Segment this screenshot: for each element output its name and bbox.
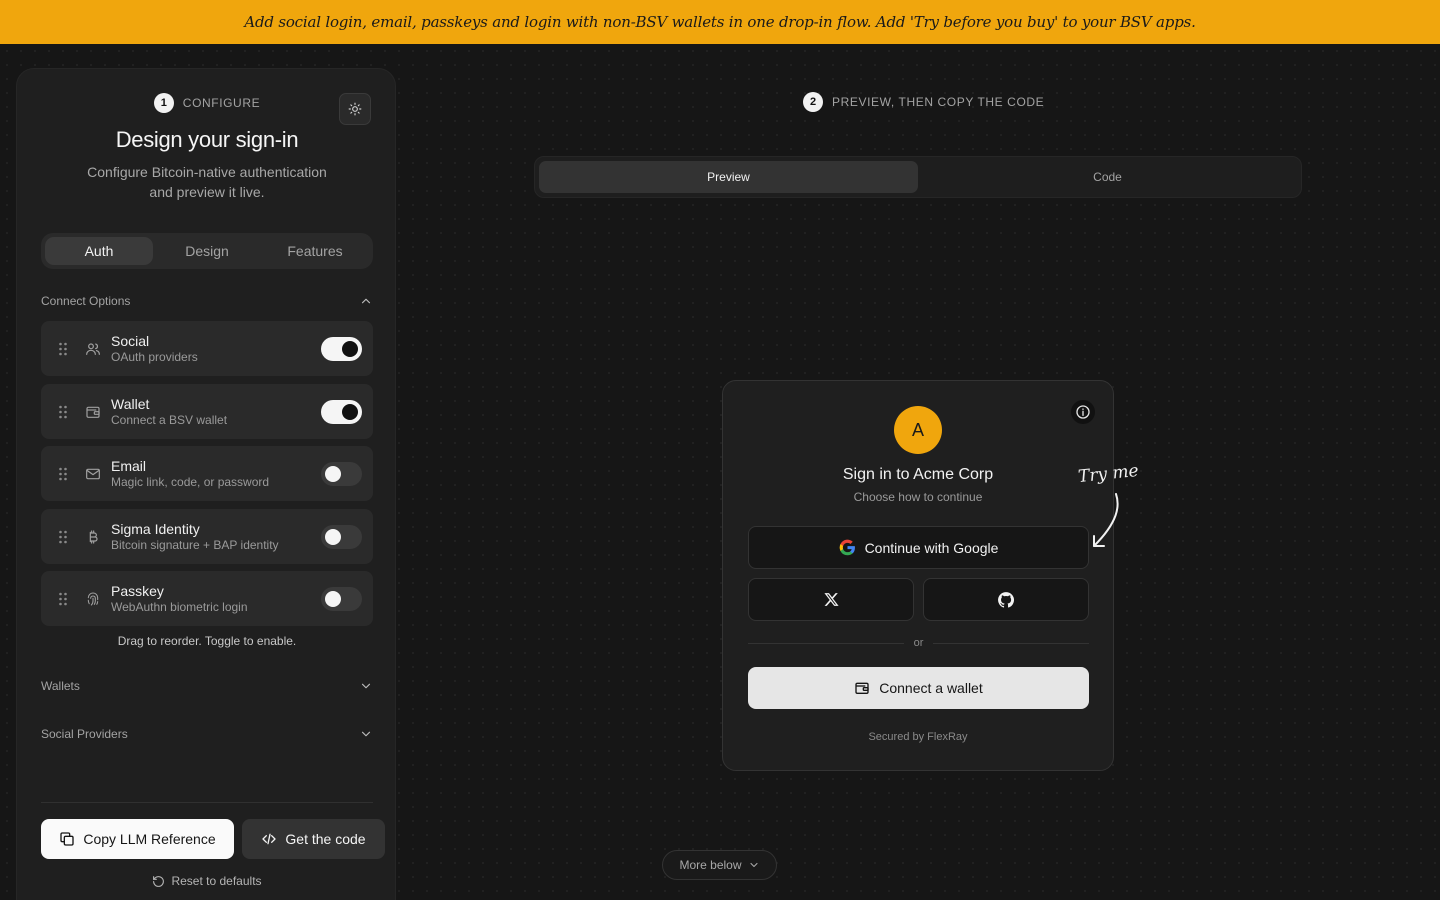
option-desc: WebAuthn biometric login	[111, 599, 248, 614]
sun-icon	[348, 102, 362, 116]
github-icon	[998, 591, 1015, 608]
step-number: 1	[153, 93, 174, 113]
more-below-button[interactable]: More below	[662, 850, 777, 880]
tab-auth[interactable]: Auth	[45, 237, 153, 265]
code-icon	[262, 833, 277, 845]
info-button[interactable]	[1071, 400, 1095, 424]
continue-with-github-button[interactable]	[923, 578, 1089, 621]
wallet-label: Connect a wallet	[879, 680, 983, 696]
continue-with-x-button[interactable]	[748, 578, 914, 621]
toggle-sigma-identity[interactable]	[321, 524, 362, 549]
chevron-up-icon	[361, 298, 371, 304]
wallet-icon	[855, 682, 869, 694]
users-icon	[85, 341, 111, 357]
card-subtitle: Choose how to continue	[853, 490, 983, 504]
page-title: Design your sign-in	[115, 127, 299, 152]
option-wallet[interactable]: Wallet Connect a BSV wallet	[41, 384, 373, 439]
reset-label: Reset to defaults	[171, 874, 262, 888]
drag-handle-icon[interactable]	[41, 467, 85, 481]
page-subtitle: Configure Bitcoin-native authentication …	[87, 164, 327, 200]
fingerprint-icon	[85, 591, 111, 607]
wallets-label: Wallets	[41, 679, 80, 693]
secured-by-label: Secured by FlexRay	[868, 731, 968, 743]
option-sigma-identity[interactable]: Sigma Identity Bitcoin signature + BAP i…	[41, 509, 373, 564]
wallet-icon	[85, 404, 111, 420]
google-label: Continue with Google	[864, 539, 999, 556]
chevron-down-icon	[361, 731, 371, 737]
option-desc: Magic link, code, or password	[111, 474, 270, 489]
option-desc: OAuth providers	[111, 349, 198, 364]
option-desc: Bitcoin signature + BAP identity	[111, 537, 279, 552]
theme-toggle-button[interactable]	[339, 93, 371, 125]
copy-llm-reference-button[interactable]: Copy LLM Reference	[41, 819, 234, 859]
chevron-down-icon	[361, 683, 371, 689]
option-title: Wallet	[111, 395, 150, 412]
banner-text: Add social login, email, passkeys and lo…	[244, 13, 1196, 31]
connect-a-wallet-button[interactable]: Connect a wallet	[748, 667, 1089, 709]
card-title: Sign in to Acme Corp	[842, 466, 994, 483]
drag-handle-icon[interactable]	[41, 530, 85, 544]
reset-icon	[153, 875, 165, 887]
step-number: 2	[803, 92, 823, 112]
bitcoin-icon	[85, 529, 111, 545]
toggle-passkey[interactable]	[321, 586, 362, 611]
option-title: Email	[111, 457, 147, 474]
divider	[41, 802, 373, 803]
reset-to-defaults-button[interactable]: Reset to defaults	[17, 874, 397, 888]
option-title: Sigma Identity	[111, 520, 200, 537]
tab-code[interactable]: Code	[918, 161, 1297, 193]
option-title: Social	[111, 332, 150, 349]
or-divider: or	[748, 637, 1089, 649]
reorder-hint: Drag to reorder. Toggle to enable.	[117, 634, 297, 648]
announcement-banner: Add social login, email, passkeys and lo…	[0, 0, 1440, 44]
google-icon	[839, 539, 855, 556]
preview-step-header: 2 PREVIEW, THEN COPY THE CODE	[803, 92, 1044, 112]
toggle-social[interactable]	[321, 336, 362, 361]
info-icon	[1076, 405, 1090, 419]
chevron-down-icon	[749, 862, 758, 868]
tab-features[interactable]: Features	[261, 237, 369, 265]
get-code-label: Get the code	[285, 831, 366, 847]
more-below-label: More below	[679, 858, 742, 872]
toggle-email[interactable]	[321, 461, 362, 486]
toggle-wallet[interactable]	[321, 399, 362, 424]
tab-design[interactable]: Design	[153, 237, 261, 265]
option-email[interactable]: Email Magic link, code, or password	[41, 446, 373, 501]
option-desc: Connect a BSV wallet	[111, 412, 228, 427]
drag-handle-icon[interactable]	[41, 342, 85, 356]
config-tabs: Auth Design Features	[41, 233, 373, 269]
option-title: Passkey	[111, 582, 164, 599]
social-providers-section-header[interactable]: Social Providers	[41, 724, 373, 744]
option-passkey[interactable]: Passkey WebAuthn biometric login	[41, 571, 373, 626]
connect-options-header[interactable]: Connect Options	[41, 291, 373, 311]
mail-icon	[85, 466, 111, 482]
option-social[interactable]: Social OAuth providers	[41, 321, 373, 376]
step-label: PREVIEW, THEN COPY THE CODE	[832, 95, 1045, 109]
sign-in-card: A Sign in to Acme Corp Choose how to con…	[722, 380, 1114, 771]
copy-llm-label: Copy LLM Reference	[83, 831, 216, 847]
social-providers-label: Social Providers	[41, 727, 128, 741]
drag-handle-icon[interactable]	[41, 405, 85, 419]
or-label: or	[913, 637, 924, 649]
drag-handle-icon[interactable]	[41, 592, 85, 606]
get-the-code-button[interactable]: Get the code	[242, 819, 385, 859]
tab-preview[interactable]: Preview	[539, 161, 918, 193]
avatar: A	[894, 406, 942, 454]
connect-options-label: Connect Options	[41, 294, 131, 308]
wallets-section-header[interactable]: Wallets	[41, 676, 373, 696]
x-logo-icon	[823, 593, 839, 606]
copy-icon	[60, 832, 75, 846]
curved-arrow-icon	[1093, 493, 1119, 547]
step-label: CONFIGURE	[182, 96, 261, 110]
continue-with-google-button[interactable]: Continue with Google	[748, 526, 1089, 569]
configure-panel: 1 CONFIGURE Design your sign-in Configur…	[16, 68, 396, 900]
preview-tabs: Preview Code	[534, 156, 1302, 198]
